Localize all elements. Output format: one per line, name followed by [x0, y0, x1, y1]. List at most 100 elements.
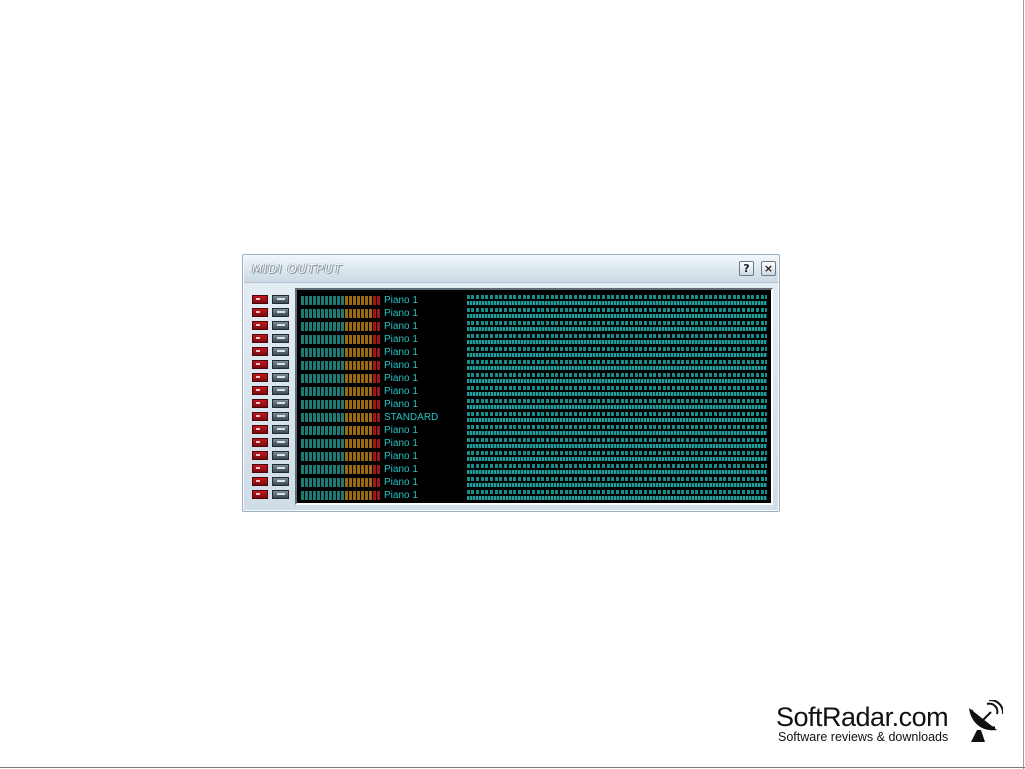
meter-segment [357, 387, 360, 396]
meter-segment [329, 296, 332, 305]
mute-button-icon[interactable] [252, 373, 268, 382]
solo-button-icon[interactable] [272, 334, 289, 343]
meter-segment [309, 309, 312, 318]
mute-button-icon[interactable] [252, 295, 268, 304]
meter-segment [341, 387, 344, 396]
meter-segment [357, 309, 360, 318]
meter-segment [349, 322, 352, 331]
meter-segment [329, 322, 332, 331]
solo-button-icon[interactable] [272, 347, 289, 356]
solo-button-icon[interactable] [272, 308, 289, 317]
mute-button-icon[interactable] [252, 321, 268, 330]
solo-button-icon[interactable] [272, 295, 289, 304]
meter-segment [345, 348, 348, 357]
solo-button-icon[interactable] [272, 373, 289, 382]
meter-segment [365, 361, 368, 370]
mute-button-icon[interactable] [252, 386, 268, 395]
meter-segment [377, 335, 380, 344]
meter-segment [317, 374, 320, 383]
mute-button-icon[interactable] [252, 425, 268, 434]
note-display-upper [467, 386, 767, 390]
meter-segment [361, 387, 364, 396]
meter-segment [341, 335, 344, 344]
help-button[interactable]: ? [739, 261, 754, 276]
note-display [467, 320, 767, 333]
solo-button-icon[interactable] [272, 464, 289, 473]
meter-segment [309, 491, 312, 500]
meter-segment [317, 452, 320, 461]
title-bar[interactable]: MIDI OUTPUT ? × [244, 256, 778, 283]
channel-controls [251, 294, 293, 502]
channel-row: Piano 1 [299, 346, 769, 359]
mute-button-icon[interactable] [252, 399, 268, 408]
mute-button-icon[interactable] [252, 451, 268, 460]
solo-button-icon[interactable] [272, 386, 289, 395]
close-button[interactable]: × [761, 261, 776, 276]
meter-segment [377, 426, 380, 435]
note-display-lower [467, 457, 767, 461]
mute-button-icon[interactable] [252, 412, 268, 421]
meter-segment [361, 478, 364, 487]
meter-segment [373, 348, 376, 357]
note-display-upper [467, 321, 767, 325]
solo-button-icon[interactable] [272, 477, 289, 486]
note-display [467, 489, 767, 502]
meter-segment [329, 439, 332, 448]
channel-row: Piano 1 [299, 333, 769, 346]
meter-segment [365, 478, 368, 487]
solo-button-icon[interactable] [272, 360, 289, 369]
mute-button-icon[interactable] [252, 490, 268, 499]
solo-button-icon[interactable] [272, 321, 289, 330]
meter-segment [377, 465, 380, 474]
meter-segment [341, 348, 344, 357]
meter-segment [333, 400, 336, 409]
meter-segment [305, 439, 308, 448]
solo-button-icon[interactable] [272, 412, 289, 421]
solo-button-icon[interactable] [272, 425, 289, 434]
channel-row: Piano 1 [299, 359, 769, 372]
meter-segment [333, 452, 336, 461]
meter-segment [361, 491, 364, 500]
mute-button-icon[interactable] [252, 308, 268, 317]
note-display [467, 294, 767, 307]
solo-button-icon[interactable] [272, 399, 289, 408]
mute-button-icon[interactable] [252, 464, 268, 473]
channel-row: Piano 1 [299, 307, 769, 320]
level-meter [301, 309, 381, 318]
meter-segment [357, 400, 360, 409]
meter-segment [377, 491, 380, 500]
meter-segment [305, 491, 308, 500]
meter-segment [329, 426, 332, 435]
solo-button-icon[interactable] [272, 490, 289, 499]
mute-button-icon[interactable] [252, 477, 268, 486]
mute-button-icon[interactable] [252, 334, 268, 343]
meter-segment [329, 478, 332, 487]
meter-segment [345, 465, 348, 474]
mute-button-icon[interactable] [252, 347, 268, 356]
meter-segment [377, 361, 380, 370]
note-display [467, 450, 767, 463]
meter-segment [333, 361, 336, 370]
note-display [467, 476, 767, 489]
meter-segment [301, 387, 304, 396]
meter-segment [313, 478, 316, 487]
mute-button-icon[interactable] [252, 438, 268, 447]
solo-button-icon[interactable] [272, 438, 289, 447]
channel-control-row [251, 385, 293, 398]
note-display-upper [467, 399, 767, 403]
solo-button-icon[interactable] [272, 451, 289, 460]
meter-segment [301, 491, 304, 500]
mute-button-icon[interactable] [252, 360, 268, 369]
channel-control-row [251, 307, 293, 320]
meter-segment [373, 465, 376, 474]
channel-control-row [251, 437, 293, 450]
channel-row: Piano 1 [299, 489, 769, 502]
meter-segment [321, 309, 324, 318]
meter-segment [365, 296, 368, 305]
meter-segment [341, 439, 344, 448]
channel-control-row [251, 489, 293, 502]
level-meter [301, 439, 381, 448]
meter-segment [325, 296, 328, 305]
meter-segment [337, 296, 340, 305]
meter-segment [369, 400, 372, 409]
